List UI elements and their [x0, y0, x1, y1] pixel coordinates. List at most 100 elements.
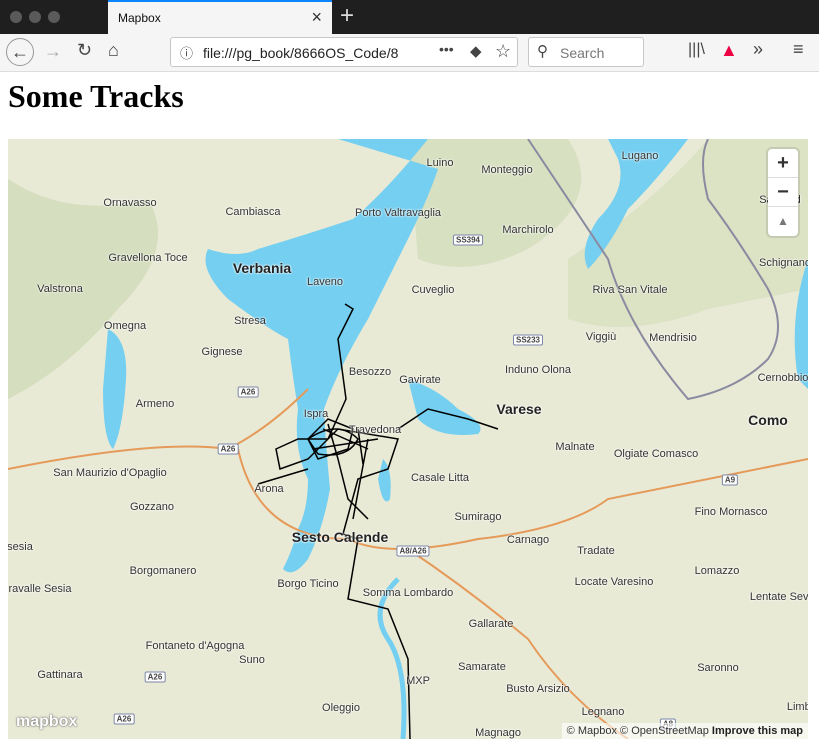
place-label: Saronno	[697, 662, 739, 674]
place-label: Lugano	[621, 150, 659, 162]
hamburger-menu-icon[interactable]: ≡	[793, 39, 804, 60]
forward-button[interactable]: →	[44, 41, 62, 62]
city-label: Como	[748, 412, 788, 428]
place-label: Limbi	[786, 701, 808, 713]
city-label: Sesto Calende	[291, 529, 389, 545]
place-label: Lentate Seves	[749, 591, 808, 603]
place-label: Magnago	[475, 727, 521, 739]
place-label: Malnate	[555, 441, 595, 453]
place-label: Armeno	[135, 398, 175, 410]
map-zoom-controls: + − ▲	[768, 149, 798, 236]
road-shield: A26	[217, 443, 239, 455]
map[interactable]: Luino Lugano Monteggio Ornavasso Cambiasca Po…	[8, 139, 808, 739]
mapbox-logo[interactable]: mapbox	[16, 713, 77, 731]
maximize-window-button[interactable]	[48, 11, 60, 23]
page-actions-icon[interactable]: •••	[439, 41, 454, 57]
place-label: sesia	[8, 541, 33, 553]
compass-button[interactable]: ▲	[768, 207, 798, 236]
place-label: MXP	[406, 675, 430, 687]
bookmark-star-icon[interactable]: ☆	[495, 41, 511, 62]
tab-mapbox[interactable]: Mapbox ×	[108, 0, 332, 34]
zoom-out-button[interactable]: −	[768, 178, 798, 207]
info-icon[interactable]: ⓘ	[180, 43, 193, 62]
library-icon[interactable]: |||\	[688, 41, 705, 59]
place-label: Ornavasso	[103, 197, 157, 209]
road-shield: A9	[721, 474, 739, 486]
place-label: Suno	[239, 654, 265, 666]
place-label: Mendrisio	[649, 332, 697, 344]
home-button[interactable]: ⌂	[108, 40, 119, 61]
place-label: Locate Varesino	[574, 576, 654, 588]
place-label: Gozzano	[129, 501, 175, 513]
place-label: Monteggio	[481, 164, 533, 176]
mapbox-attribution-link[interactable]: © Mapbox	[567, 725, 617, 737]
place-label: Gavirate	[399, 374, 441, 386]
place-label: Omegna	[103, 320, 147, 332]
place-label: Viggiù	[585, 331, 617, 343]
road-shield: A26	[144, 671, 166, 683]
place-label: ravalle Sesia	[8, 583, 72, 595]
search-icon: ⚲	[537, 43, 548, 60]
improve-map-link[interactable]: Improve this map	[712, 725, 803, 737]
close-tab-icon[interactable]: ×	[311, 7, 322, 28]
zoom-in-button[interactable]: +	[768, 149, 798, 178]
road-shield: A8/A26	[396, 545, 430, 557]
back-button[interactable]: ←	[6, 38, 34, 66]
search-box[interactable]: ⚲ Search	[528, 37, 644, 67]
page-title: Some Tracks	[8, 78, 184, 114]
place-label: Cernobbio	[757, 372, 808, 384]
place-label: Valstrona	[37, 283, 83, 295]
place-label: Fino Mornasco	[694, 506, 768, 518]
place-label: Gravellona Toce	[108, 252, 188, 264]
attribution: © Mapbox © OpenStreetMap Improve this ma…	[561, 723, 808, 739]
overflow-menu-icon[interactable]: »	[753, 39, 763, 60]
place-label: Casale Litta	[410, 472, 470, 484]
pocket-icon[interactable]: ◆	[470, 42, 482, 60]
navigation-toolbar: ← → ↻ ⌂ ⓘ file:///pg_book/8666OS_Code/8 …	[0, 34, 819, 72]
place-label: Cambiasca	[225, 206, 281, 218]
place-label: Gallarate	[468, 618, 514, 630]
tab-title: Mapbox	[118, 11, 161, 25]
place-label: Somma Lombardo	[362, 587, 454, 599]
place-label: Carnago	[506, 534, 550, 546]
place-label: Cuveglio	[411, 284, 455, 296]
place-label: Schignano	[759, 257, 808, 269]
reload-button[interactable]: ↻	[77, 40, 92, 61]
place-label: Stresa	[234, 315, 266, 327]
place-label: Sumirago	[454, 511, 502, 523]
url-input[interactable]: file:///pg_book/8666OS_Code/8	[203, 45, 423, 61]
place-label: Marchirolo	[502, 224, 554, 236]
new-tab-button[interactable]: +	[340, 2, 354, 30]
place-label: Arona	[254, 483, 284, 495]
osm-attribution-link[interactable]: © OpenStreetMap	[620, 725, 709, 737]
place-label: Riva San Vitale	[592, 284, 668, 296]
place-label: Olgiate Comasco	[613, 448, 699, 460]
map-base	[8, 139, 808, 739]
extension-icon[interactable]: ▲	[720, 40, 738, 61]
search-input[interactable]: Search	[560, 45, 604, 61]
place-label: Luino	[426, 157, 454, 169]
city-label: Varese	[496, 401, 542, 417]
place-label: Gignese	[201, 346, 243, 358]
road-shield: SS233	[512, 334, 544, 346]
url-bar[interactable]: ⓘ file:///pg_book/8666OS_Code/8 ••• ◆ ☆	[170, 37, 518, 67]
place-label: Borgomanero	[129, 565, 197, 577]
close-window-button[interactable]	[10, 11, 22, 23]
road-shield: A26	[237, 386, 259, 398]
tab-bar: Mapbox × +	[0, 0, 819, 34]
place-label: San Maurizio d'Opaglio	[53, 467, 167, 479]
place-label: Besozzo	[348, 366, 392, 378]
place-label: Borgo Ticino	[277, 578, 339, 590]
place-label: Legnano	[581, 706, 625, 718]
place-label: Busto Arsizio	[506, 683, 570, 695]
place-label: Lomazzo	[694, 565, 740, 577]
place-label: Ispra	[303, 408, 329, 420]
minimize-window-button[interactable]	[29, 11, 41, 23]
place-label: Porto Valtravaglia	[354, 207, 442, 219]
place-label: Samarate	[458, 661, 506, 673]
road-shield: SS394	[452, 234, 484, 246]
place-label: Laveno	[306, 276, 344, 288]
place-label: Induno Olona	[504, 364, 572, 376]
place-label: Oleggio	[322, 702, 360, 714]
place-label: Gattinara	[37, 669, 83, 681]
